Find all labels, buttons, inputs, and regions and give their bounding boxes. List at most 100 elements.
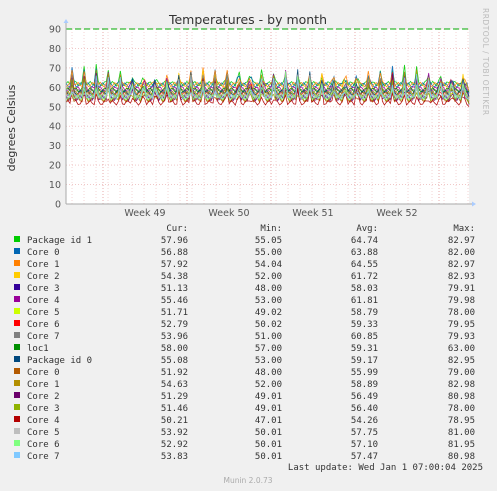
legend-value-avg: 57.47 xyxy=(351,452,378,462)
y-tick-label: 0 xyxy=(55,200,61,211)
legend-value-min: 49.02 xyxy=(255,308,282,318)
legend-value-avg: 55.99 xyxy=(351,368,378,378)
legend-swatch xyxy=(14,332,20,338)
legend-swatch xyxy=(14,368,20,374)
legend-value-avg: 56.49 xyxy=(351,392,378,402)
legend-label: Core 0 xyxy=(27,248,60,258)
legend-value-cur: 51.46 xyxy=(161,404,188,414)
x-tick-label: Week 49 xyxy=(124,208,165,219)
legend-value-avg: 63.88 xyxy=(351,248,378,258)
legend-value-min: 57.00 xyxy=(255,344,282,354)
legend-value-avg: 58.89 xyxy=(351,380,378,390)
legend-value-cur: 51.71 xyxy=(161,308,188,318)
legend-value-min: 49.01 xyxy=(255,404,282,414)
legend-value-max: 81.00 xyxy=(448,428,475,438)
legend-label: Core 2 xyxy=(27,392,60,402)
legend-value-min: 48.00 xyxy=(255,284,282,294)
legend-value-max: 82.00 xyxy=(448,248,475,258)
x-tick-label: Week 50 xyxy=(208,208,249,219)
x-axis-arrow xyxy=(472,201,476,207)
legend-swatch xyxy=(14,356,20,362)
legend-label: loc1 xyxy=(27,344,49,354)
legend: Cur: Min: Avg: Max: Package id 1 57.96 55.05 64… xyxy=(14,224,475,462)
legend-value-max: 80.98 xyxy=(448,452,475,462)
legend-value-max: 82.97 xyxy=(448,260,475,270)
legend-value-max: 80.98 xyxy=(448,392,475,402)
legend-label: Core 5 xyxy=(27,308,60,318)
legend-header: Avg: xyxy=(356,224,378,234)
legend-swatch xyxy=(14,260,20,266)
legend-swatch xyxy=(14,440,20,446)
legend-value-min: 54.04 xyxy=(255,260,282,270)
y-tick-label: 50 xyxy=(49,102,61,113)
rrdtool-credit: RRDTOOL / TOBI OETIKER xyxy=(481,8,490,116)
legend-swatch xyxy=(14,284,20,290)
legend-value-max: 63.00 xyxy=(448,344,475,354)
legend-swatch xyxy=(14,308,20,314)
legend-value-min: 49.01 xyxy=(255,392,282,402)
legend-label: Core 3 xyxy=(27,284,60,294)
legend-value-min: 55.00 xyxy=(255,248,282,258)
legend-value-avg: 61.72 xyxy=(351,272,378,282)
legend-value-cur: 51.13 xyxy=(161,284,188,294)
legend-label: Core 0 xyxy=(27,368,60,378)
chart-title: Temperatures - by month xyxy=(168,12,327,27)
legend-value-cur: 58.00 xyxy=(161,344,188,354)
legend-swatch xyxy=(14,248,20,254)
legend-swatch xyxy=(14,380,20,386)
legend-value-cur: 52.92 xyxy=(161,440,188,450)
legend-value-avg: 64.74 xyxy=(351,236,378,246)
legend-value-avg: 56.40 xyxy=(351,404,378,414)
legend-label: Core 1 xyxy=(27,260,60,270)
legend-value-min: 47.01 xyxy=(255,416,282,426)
legend-value-max: 81.95 xyxy=(448,440,475,450)
legend-swatch xyxy=(14,296,20,302)
legend-header: Min: xyxy=(260,224,282,234)
legend-label: Core 4 xyxy=(27,296,60,306)
last-update: Last update: Wed Jan 1 07:00:04 2025 xyxy=(288,463,483,473)
y-tick-label: 20 xyxy=(49,161,61,172)
legend-value-max: 78.95 xyxy=(448,416,475,426)
y-tick-label: 30 xyxy=(49,141,61,152)
legend-label: Core 4 xyxy=(27,416,60,426)
legend-label: Core 7 xyxy=(27,332,60,342)
legend-value-min: 48.00 xyxy=(255,368,282,378)
legend-value-cur: 51.29 xyxy=(161,392,188,402)
legend-value-max: 79.95 xyxy=(448,320,475,330)
legend-value-avg: 60.85 xyxy=(351,332,378,342)
temperature-chart: Temperatures - by month degrees Celsius … xyxy=(5,8,490,485)
legend-value-avg: 59.31 xyxy=(351,344,378,354)
legend-value-max: 79.00 xyxy=(448,368,475,378)
legend-label: Package id 1 xyxy=(27,236,92,246)
legend-value-min: 50.01 xyxy=(255,428,282,438)
legend-value-min: 53.00 xyxy=(255,356,282,366)
legend-swatch xyxy=(14,392,20,398)
legend-value-avg: 58.79 xyxy=(351,308,378,318)
legend-value-max: 82.93 xyxy=(448,272,475,282)
legend-value-avg: 54.26 xyxy=(351,416,378,426)
legend-value-cur: 53.83 xyxy=(161,452,188,462)
legend-value-cur: 51.92 xyxy=(161,368,188,378)
legend-value-cur: 54.63 xyxy=(161,380,188,390)
legend-value-avg: 64.55 xyxy=(351,260,378,270)
y-tick-label: 40 xyxy=(49,122,61,133)
legend-value-max: 78.00 xyxy=(448,308,475,318)
legend-swatch xyxy=(14,320,20,326)
legend-value-min: 50.01 xyxy=(255,452,282,462)
legend-swatch xyxy=(14,236,20,242)
legend-label: Core 7 xyxy=(27,452,60,462)
legend-value-max: 79.98 xyxy=(448,296,475,306)
legend-label: Core 2 xyxy=(27,272,60,282)
x-tick-label: Week 52 xyxy=(376,208,417,219)
legend-value-min: 50.02 xyxy=(255,320,282,330)
legend-value-avg: 59.17 xyxy=(351,356,378,366)
legend-label: Core 1 xyxy=(27,380,60,390)
legend-value-min: 52.00 xyxy=(255,380,282,390)
legend-value-max: 82.97 xyxy=(448,236,475,246)
legend-value-max: 79.91 xyxy=(448,284,475,294)
legend-value-cur: 53.92 xyxy=(161,428,188,438)
legend-value-cur: 55.46 xyxy=(161,296,188,306)
legend-value-cur: 56.88 xyxy=(161,248,188,258)
legend-value-avg: 57.75 xyxy=(351,428,378,438)
legend-value-min: 53.00 xyxy=(255,296,282,306)
